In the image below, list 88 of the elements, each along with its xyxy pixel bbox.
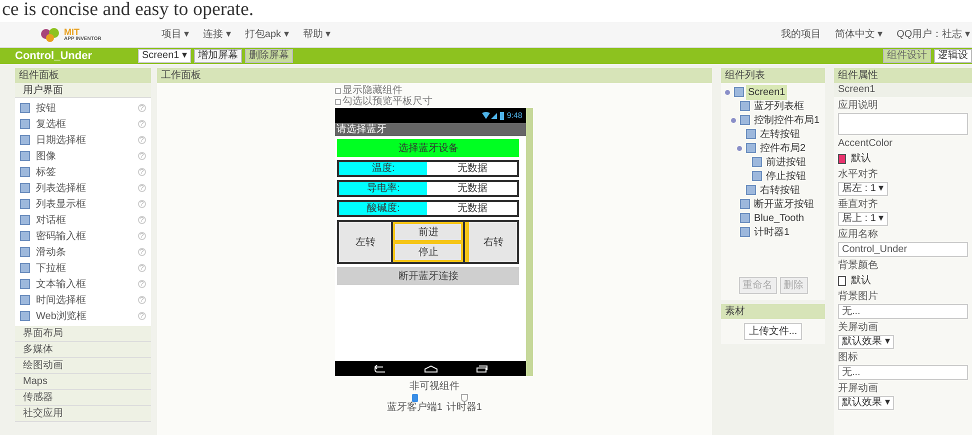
- tree-item[interactable]: 蓝牙列表框: [752, 98, 806, 114]
- menu-item[interactable]: 我的项目: [780, 27, 821, 42]
- nonvisible-title: 非可视组件: [409, 380, 460, 394]
- tree-item[interactable]: 右转按钮: [758, 182, 802, 198]
- checkbox-label: 勾选以预览平板尺寸: [342, 96, 432, 107]
- menu-item[interactable]: 简体中文 ▾: [834, 27, 883, 42]
- panel-header: 组件列表: [721, 68, 825, 83]
- property-label: AccentColor: [838, 138, 894, 150]
- category-header[interactable]: 传感器: [15, 390, 151, 406]
- home-icon[interactable]: [424, 364, 438, 372]
- panel-header: 工作面板: [156, 68, 712, 83]
- left-button[interactable]: 左转: [339, 222, 392, 262]
- panel-header: 素材: [721, 304, 825, 319]
- status-icons: [482, 112, 504, 120]
- color-swatch[interactable]: [838, 154, 846, 164]
- description-field[interactable]: [838, 113, 968, 135]
- property-label: 应用说明: [838, 100, 879, 112]
- tree-item[interactable]: Screen1: [746, 84, 788, 100]
- checkbox[interactable]: [335, 98, 342, 104]
- right-button[interactable]: 右转: [469, 222, 518, 262]
- logo-text: MIT: [64, 28, 80, 36]
- tree-item[interactable]: Blue_Tooth: [752, 210, 806, 226]
- tree-item[interactable]: 左转按钮: [758, 126, 802, 142]
- text-field[interactable]: Control_Under: [838, 242, 968, 257]
- panel-header: 组件属性: [834, 68, 972, 83]
- component-label: 计时器1: [446, 402, 482, 413]
- screen-dropdown[interactable]: Screen1 ▾: [138, 49, 192, 63]
- tree-item[interactable]: 断开蓝牙按钮: [752, 196, 816, 212]
- view-tab[interactable]: 逻辑设: [934, 49, 972, 63]
- select-dropdown[interactable]: 居左 : 1 ▾: [838, 182, 888, 196]
- tree-item[interactable]: 前进按钮: [764, 154, 808, 170]
- property-label: 背景图片: [838, 291, 879, 303]
- view-tab[interactable]: 组件设计: [883, 49, 931, 63]
- property-label: 应用名称: [838, 229, 879, 241]
- menu-item[interactable]: 帮助 ▾: [302, 27, 331, 42]
- select-dropdown[interactable]: 默认效果 ▾: [838, 396, 894, 410]
- category-header[interactable]: 界面布局: [15, 326, 151, 342]
- text-field[interactable]: 无...: [838, 304, 968, 319]
- text-field[interactable]: 无...: [838, 365, 968, 380]
- screen-title: 请选择蓝牙: [335, 123, 526, 136]
- toolbar-button[interactable]: 增加屏幕: [194, 49, 242, 63]
- disconnect-button[interactable]: 断开蓝牙连接: [337, 267, 520, 285]
- property-label: 垂直对齐: [838, 199, 879, 211]
- tree-item[interactable]: 控制控件布局1: [752, 112, 822, 128]
- recents-icon[interactable]: [476, 364, 488, 372]
- color-value: 默认: [851, 152, 871, 166]
- reading-label: 温度:: [339, 162, 428, 175]
- logo-icon: [40, 26, 62, 42]
- color-value: 默认: [851, 274, 871, 288]
- panel-header: 组件面板: [15, 68, 151, 83]
- reading-label: 酸碱度:: [339, 202, 428, 215]
- menu-item[interactable]: 连接 ▾: [203, 27, 231, 42]
- status-time: 9:48: [506, 110, 522, 122]
- tree-item[interactable]: 停止按钮: [764, 168, 808, 184]
- property-label: 背景颜色: [838, 260, 879, 272]
- property-label: 关屏动画: [838, 322, 879, 334]
- menu-item[interactable]: 项目 ▾: [161, 27, 190, 42]
- back-icon[interactable]: [374, 364, 386, 372]
- stop-button[interactable]: 停止: [395, 244, 462, 260]
- category-header[interactable]: 多媒体: [15, 342, 151, 358]
- component-label: 蓝牙客户端1: [386, 402, 442, 413]
- menu-item[interactable]: 打包apk ▾: [244, 27, 289, 42]
- expander-icon[interactable]: [737, 146, 742, 150]
- upload-button[interactable]: 上传文件...: [744, 323, 802, 340]
- checkbox-label: 显示隐藏组件: [342, 85, 402, 96]
- color-swatch[interactable]: [838, 276, 846, 286]
- forward-button[interactable]: 前进: [395, 224, 462, 240]
- expander-icon[interactable]: [725, 90, 730, 94]
- category-header[interactable]: 社交应用: [15, 406, 151, 422]
- menu-item[interactable]: QQ用户：社志 ▾: [896, 27, 970, 42]
- select-dropdown[interactable]: 默认效果 ▾: [838, 335, 894, 349]
- property-label: 图标: [838, 352, 859, 364]
- selected-component: Screen1: [834, 83, 972, 97]
- reading-label: 导电率:: [339, 182, 428, 195]
- expander-icon[interactable]: [731, 118, 736, 122]
- select-dropdown[interactable]: 居上 : 1 ▾: [838, 212, 888, 226]
- checkbox[interactable]: [335, 88, 342, 94]
- category-header[interactable]: Maps: [15, 374, 151, 390]
- toolbar-button[interactable]: 删除屏幕: [245, 49, 294, 63]
- category-header[interactable]: 用户界面: [15, 83, 151, 98]
- caption-text: ce is concise and easy to operate.: [1, 0, 255, 20]
- tree-item[interactable]: 控件布局2: [758, 140, 808, 156]
- property-label: 开屏动画: [838, 383, 879, 395]
- property-label: 水平对齐: [838, 169, 879, 181]
- project-name: Control_Under: [15, 48, 93, 64]
- category-header[interactable]: 绘图动画: [15, 358, 151, 374]
- tree-item[interactable]: 计时器1: [752, 224, 792, 240]
- select-device-button[interactable]: 选择蓝牙设备: [337, 139, 520, 157]
